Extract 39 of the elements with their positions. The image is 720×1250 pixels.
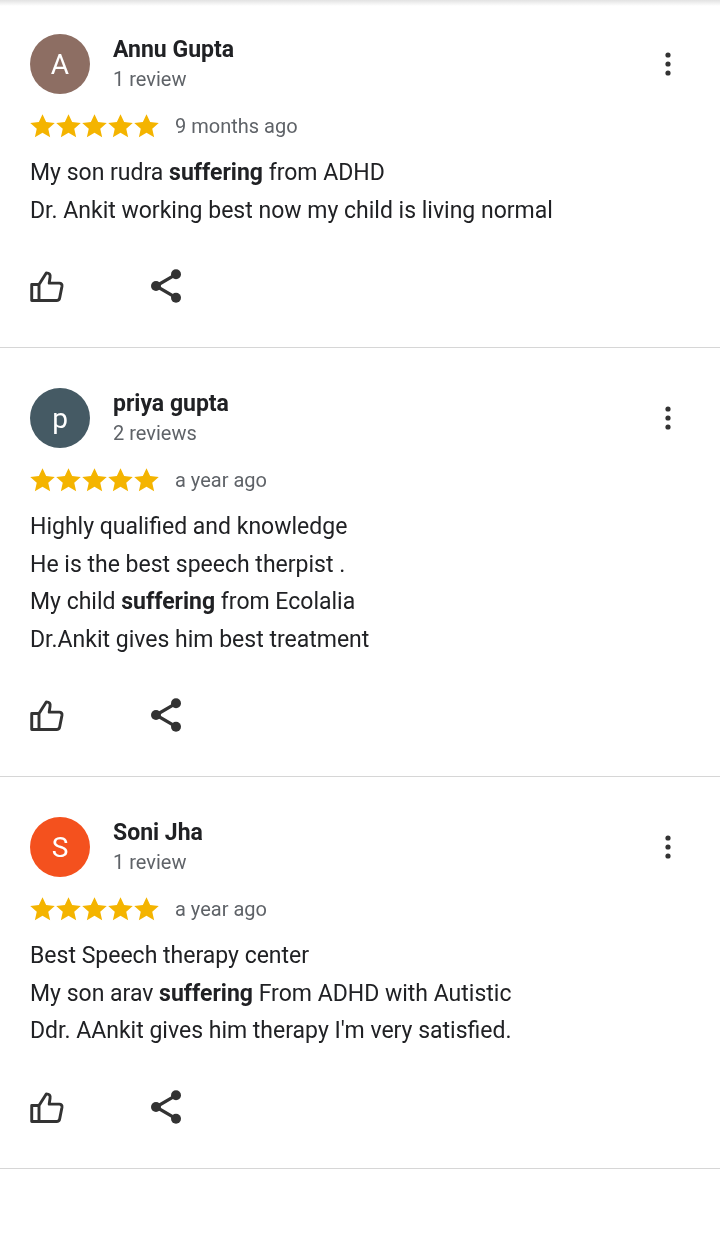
more-icon[interactable] [664,403,672,433]
avatar: p [30,388,90,448]
star-icon [82,468,107,492]
review-count: 1 review [113,66,188,93]
share-icon[interactable] [151,698,181,732]
reviewer-name[interactable]: Soni Jha [113,818,664,848]
star-icon [82,897,107,921]
share-icon[interactable] [151,1089,181,1124]
share-icon[interactable] [151,269,181,303]
thumbs-up-icon[interactable] [30,699,64,731]
avatar: A [30,34,90,94]
review-time: a year ago [175,468,267,492]
star-icon [30,897,55,921]
more-icon[interactable] [664,832,672,862]
star-icon [134,897,159,921]
review-text: My son rudra suffering from ADHD Dr. Ankit working best now my child is living normal [30,158,554,226]
star-icon [30,468,55,492]
thumbs-up-icon[interactable] [30,270,64,302]
star-icon [108,468,133,492]
star-icon [134,468,159,492]
star-icon [30,114,55,138]
star-icon [56,468,81,492]
star-icon [56,897,81,921]
star-icon [134,114,159,138]
review-count: 2 reviews [113,420,198,447]
review-count: 1 review [113,849,188,876]
star-icon [82,114,107,138]
reviewer-name[interactable]: Annu Gupta [113,35,664,65]
thumbs-up-icon[interactable] [30,1090,64,1123]
reviewer-name[interactable]: priya gupta [113,389,664,419]
review-time: 9 months ago [175,114,298,138]
review-text: Highly qualified and knowledge He is the best speech therpist . My child suffering from Ecolalia Dr.Ankit gives him best treatment [30,512,371,655]
star-icon [56,114,81,138]
review-text: Best Speech therapy center My son arav suffering From ADHD with Autistic Ddr. AAnkit gives him therapy I'm very satisfied. [30,941,513,1046]
star-icon [108,897,133,921]
review-time: a year ago [175,897,267,921]
star-icon [108,114,133,138]
more-icon[interactable] [664,49,672,79]
avatar: S [30,817,90,877]
